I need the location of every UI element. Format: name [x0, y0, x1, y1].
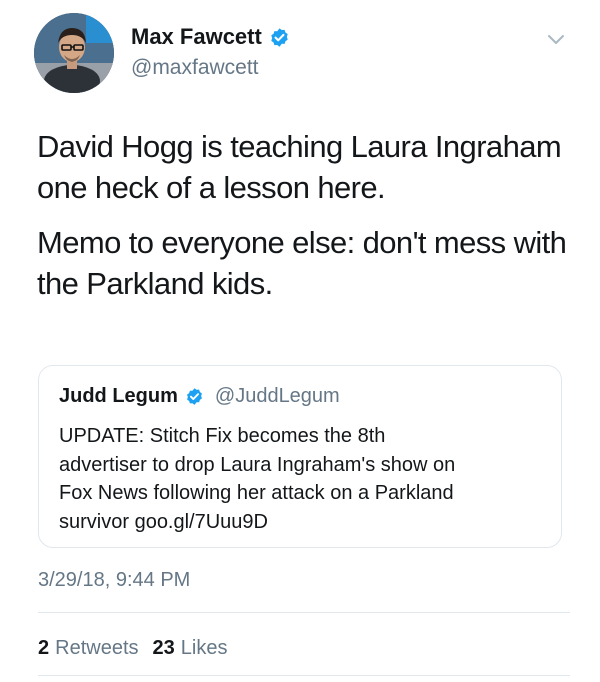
- author-avatar[interactable]: [34, 13, 114, 93]
- likes-label: Likes: [180, 637, 228, 659]
- author-name[interactable]: Max Fawcett: [131, 24, 262, 50]
- tweet-paragraph: David Hogg is teaching Laura Ingraham on…: [37, 129, 562, 205]
- quoted-author-handle: @JuddLegum: [214, 385, 340, 407]
- tweet-timestamp[interactable]: 3/29/18, 9:44 PM: [38, 569, 190, 592]
- quoted-tweet[interactable]: Judd Legum @JuddLegum UPDATE: Stitch Fix…: [38, 365, 562, 548]
- profile-photo-icon: [34, 13, 114, 93]
- engagement-stats: 2 Retweets 23 Likes: [38, 637, 227, 660]
- verified-badge-icon: [271, 27, 288, 47]
- quoted-author-name: Judd Legum: [59, 385, 178, 407]
- quoted-tweet-text: UPDATE: Stitch Fix becomes the 8th adver…: [59, 425, 456, 533]
- retweets-count: 2: [38, 637, 50, 659]
- author-handle[interactable]: @maxfawcett: [131, 56, 259, 80]
- tweet-card: Max Fawcett @maxfawcett David Hogg is te…: [0, 0, 600, 682]
- likes-count: 23: [152, 637, 175, 659]
- author-header: Max Fawcett: [131, 24, 290, 50]
- chevron-down-icon[interactable]: [546, 33, 566, 47]
- verified-badge-icon: [186, 388, 202, 405]
- divider: [38, 675, 570, 676]
- retweets-label: Retweets: [55, 637, 139, 659]
- tweet-text: David Hogg is teaching Laura Ingraham on…: [37, 126, 577, 304]
- retweets-stat[interactable]: 2 Retweets: [38, 637, 139, 660]
- tweet-paragraph: Memo to everyone else: don't mess with t…: [37, 225, 567, 301]
- divider: [38, 612, 570, 613]
- likes-stat[interactable]: 23 Likes: [153, 637, 228, 660]
- quoted-tweet-header: Judd Legum @JuddLegum: [59, 385, 340, 408]
